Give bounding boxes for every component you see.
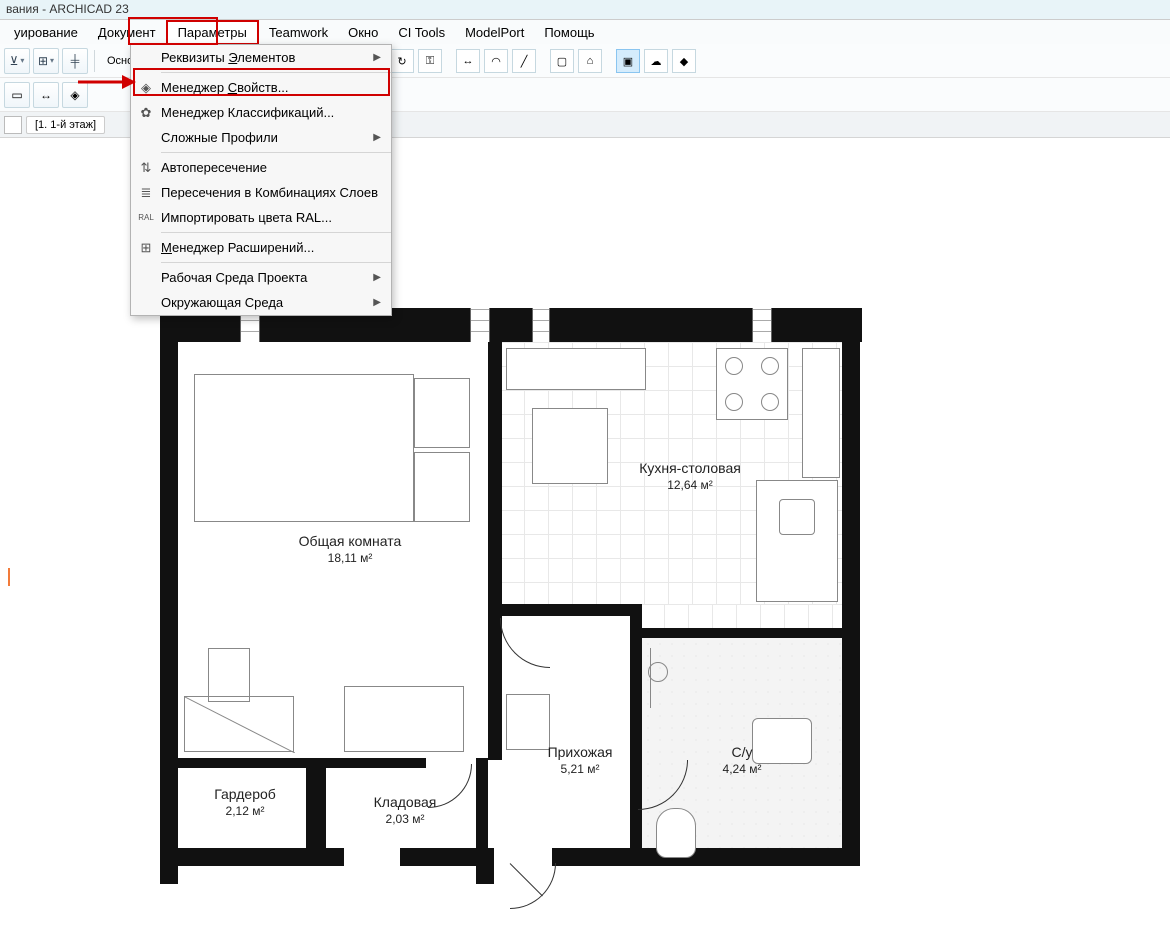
- parameters-dropdown: Реквизиты Элементов ▶ ◈ Менеджер Свойств…: [130, 44, 392, 316]
- addon-icon: ⊞: [131, 240, 161, 256]
- tool-tag-icon[interactable]: ◈: [62, 82, 88, 108]
- tool-measure-icon[interactable]: ↔: [456, 49, 480, 73]
- wardrobe-diagonal: [184, 696, 294, 752]
- intersect-icon: ⇅: [131, 160, 161, 176]
- stove: [716, 348, 788, 420]
- label-hall: Прихожая5,21 м²: [530, 744, 630, 777]
- partition: [630, 604, 642, 856]
- door-arc: [500, 618, 550, 668]
- partition: [500, 604, 634, 616]
- wall-segment: [160, 848, 344, 866]
- tool-wall-icon[interactable]: ▭: [4, 82, 30, 108]
- partition: [640, 628, 845, 638]
- menu-modelport[interactable]: ModelPort: [455, 22, 534, 43]
- wall-segment: [160, 866, 178, 884]
- title-bar: вания - ARCHICAD 23: [0, 0, 1170, 20]
- menu-property-manager[interactable]: ◈ Менеджер Свойств...: [131, 75, 391, 100]
- window: [470, 308, 490, 342]
- menu-auto-intersection[interactable]: ⇅ Автопересечение: [131, 155, 391, 180]
- wall-segment: [842, 342, 860, 866]
- tool-area-icon[interactable]: ▢: [550, 49, 574, 73]
- menu-element-attributes[interactable]: Реквизиты Элементов ▶: [131, 45, 391, 70]
- layers-icon: ≣: [131, 185, 161, 201]
- wall-segment: [476, 866, 494, 884]
- tool-grid-icon[interactable]: ╪: [62, 48, 88, 74]
- tab-grid-icon[interactable]: [4, 116, 22, 134]
- menu-citools[interactable]: CI Tools: [388, 22, 455, 43]
- armchair: [208, 648, 250, 702]
- tool-select-icon[interactable]: ▣: [616, 49, 640, 73]
- shower-drain: [648, 662, 668, 682]
- menu-window[interactable]: Окно: [338, 22, 388, 43]
- tool-align-icon[interactable]: ⊻: [4, 48, 30, 74]
- menu-project-environment[interactable]: Рабочая Среда Проекта ▶: [131, 265, 391, 290]
- toilet: [656, 808, 696, 858]
- wall-segment: [160, 342, 178, 866]
- nightstand: [414, 378, 470, 448]
- menu-work-environment[interactable]: Окружающая Среда ▶: [131, 290, 391, 315]
- wall-segment: [490, 308, 532, 342]
- kitchen-floor-ext: [640, 604, 842, 630]
- menu-import-ral[interactable]: RAL Импортировать цвета RAL...: [131, 205, 391, 230]
- window: [532, 308, 550, 342]
- tool-home-icon[interactable]: ⌂: [578, 49, 602, 73]
- wall-segment: [552, 848, 860, 866]
- menu-document[interactable]: Документ: [88, 22, 166, 43]
- label-living: Общая комната18,11 м²: [240, 533, 460, 566]
- classification-icon: ✿: [131, 105, 161, 121]
- entry-door: [510, 863, 556, 909]
- page-tick-left: [8, 568, 10, 586]
- submenu-arrow-icon: ▶: [373, 297, 381, 308]
- partition: [178, 758, 316, 768]
- sofa-small: [506, 348, 646, 390]
- window: [752, 308, 772, 342]
- menu-teamwork[interactable]: Teamwork: [259, 22, 338, 43]
- wall-segment: [550, 308, 752, 342]
- partition: [476, 758, 488, 848]
- submenu-arrow-icon: ▶: [373, 52, 381, 63]
- tool-orbit-icon[interactable]: ↻: [390, 49, 414, 73]
- tool-line-icon[interactable]: ╱: [512, 49, 536, 73]
- kitchen-counter: [756, 480, 838, 602]
- label-wardrobe: Гардероб2,12 м²: [190, 786, 300, 819]
- chair: [506, 694, 550, 750]
- nightstand: [414, 452, 470, 522]
- floor-plan: Общая комната18,11 м² Кухня-столовая12,6…: [160, 308, 880, 898]
- sofa: [344, 686, 464, 752]
- partition: [316, 758, 326, 848]
- menu-bar: уирование Документ Параметры Teamwork Ок…: [0, 20, 1170, 44]
- tool-move-icon[interactable]: ↔: [33, 82, 59, 108]
- partition: [488, 342, 502, 760]
- tool-lock-icon[interactable]: ⚿: [418, 49, 442, 73]
- wall-segment: [400, 848, 494, 866]
- menu-parameters[interactable]: Параметры: [166, 20, 259, 45]
- menu-help[interactable]: Помощь: [534, 22, 604, 43]
- partition: [326, 758, 426, 768]
- label-bath: С/у4,24 м²: [692, 744, 792, 777]
- submenu-arrow-icon: ▶: [373, 272, 381, 283]
- menu-complex-profiles[interactable]: Сложные Профили ▶: [131, 125, 391, 150]
- label-kitchen: Кухня-столовая12,64 м²: [600, 460, 780, 493]
- counter-right: [802, 348, 840, 478]
- bed: [194, 374, 414, 522]
- menu-editing[interactable]: уирование: [4, 22, 88, 43]
- tab-floor-1[interactable]: [1. 1-й этаж]: [26, 116, 105, 134]
- dining-table: [532, 408, 608, 484]
- tool-arc-icon[interactable]: ◠: [484, 49, 508, 73]
- menu-classification-manager[interactable]: ✿ Менеджер Классификаций...: [131, 100, 391, 125]
- submenu-arrow-icon: ▶: [373, 132, 381, 143]
- tool-snap-icon[interactable]: ⊞: [33, 48, 59, 74]
- wall-segment: [772, 308, 862, 342]
- tool-paint-icon[interactable]: ◆: [672, 49, 696, 73]
- menu-layer-intersections[interactable]: ≣ Пересечения в Комбинациях Слоев: [131, 180, 391, 205]
- ral-icon: RAL: [131, 213, 161, 222]
- partition: [306, 768, 316, 848]
- label-storage: Кладовая2,03 м²: [340, 794, 470, 827]
- menu-addon-manager[interactable]: ⊞ Менеджер Расширений...: [131, 235, 391, 260]
- tag-icon: ◈: [131, 80, 161, 96]
- toolbar-right: ↻ ⚿ ↔ ◠ ╱ ▢ ⌂ ▣ ☁ ◆: [390, 46, 696, 76]
- tool-cloud-icon[interactable]: ☁: [644, 49, 668, 73]
